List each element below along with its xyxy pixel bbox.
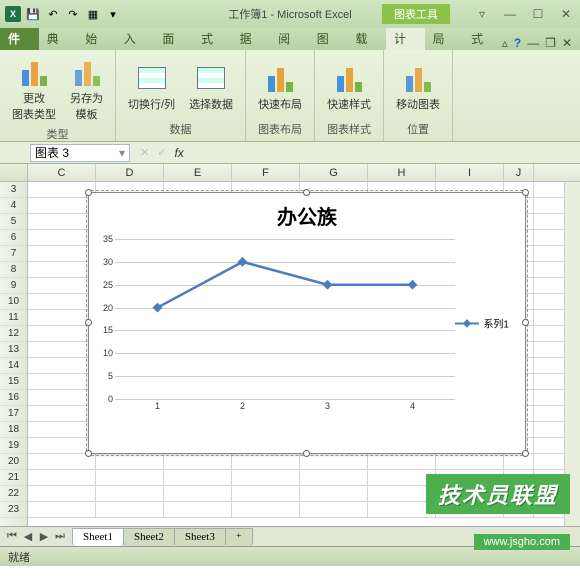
chart-tools-contextual-tab: 图表工具 xyxy=(382,4,450,24)
group-data: 切换行/列 选择数据 数据 xyxy=(116,50,246,141)
worksheet-area: CDEFGHIJ 3456789101112131415161718192021… xyxy=(0,164,580,526)
column-header[interactable]: C xyxy=(28,164,96,181)
row-header[interactable]: 18 xyxy=(0,422,27,438)
sheet-nav-first-icon[interactable]: ⏮ xyxy=(4,530,20,543)
ribbon-minimize-icon[interactable]: ▿ xyxy=(472,6,492,22)
group-chart-styles: 快速样式 图表样式 xyxy=(315,50,384,141)
row-header[interactable]: 17 xyxy=(0,406,27,422)
fx-icon[interactable]: fx xyxy=(174,146,183,160)
column-header[interactable]: J xyxy=(504,164,534,181)
column-header[interactable]: D xyxy=(96,164,164,181)
minimize-icon[interactable]: — xyxy=(500,6,520,22)
move-chart-button[interactable]: 移动图表 xyxy=(392,54,444,119)
cancel-icon[interactable]: ✕ xyxy=(140,146,149,159)
qat-dropdown-icon[interactable]: ▾ xyxy=(104,5,122,23)
maximize-icon[interactable]: ☐ xyxy=(528,6,548,22)
select-data-button[interactable]: 选择数据 xyxy=(185,54,237,119)
select-all-corner[interactable] xyxy=(0,164,28,181)
group-data-label: 数据 xyxy=(170,119,192,139)
legend-series-label: 系列1 xyxy=(483,316,509,331)
y-axis[interactable]: 05101520253035 xyxy=(95,239,113,399)
ribbon: 更改 图表类型 另存为 模板 类型 切换行/列 选择数据 数据 快速布局 xyxy=(0,50,580,142)
row-header[interactable]: 4 xyxy=(0,198,27,214)
row-header[interactable]: 21 xyxy=(0,470,27,486)
doc-minimize-icon[interactable]: — xyxy=(527,36,539,50)
row-header[interactable]: 12 xyxy=(0,326,27,342)
row-header[interactable]: 14 xyxy=(0,358,27,374)
enter-icon[interactable]: ✓ xyxy=(157,146,166,159)
chart-legend[interactable]: 系列1 xyxy=(455,316,509,331)
quick-layout-button[interactable]: 快速布局 xyxy=(254,54,306,119)
sheet-tab[interactable]: Sheet3 xyxy=(174,528,226,546)
column-header[interactable]: I xyxy=(436,164,504,181)
row-header[interactable]: 15 xyxy=(0,374,27,390)
row-header[interactable]: 9 xyxy=(0,278,27,294)
column-header[interactable]: F xyxy=(232,164,300,181)
row-headers: 34567891011121314151617181920212223 xyxy=(0,182,28,526)
sheet-nav-prev-icon[interactable]: ◀ xyxy=(20,530,36,543)
switch-row-col-button[interactable]: 切换行/列 xyxy=(124,54,179,119)
group-location-label: 位置 xyxy=(407,119,429,139)
undo-icon[interactable]: ↶ xyxy=(44,5,62,23)
row-header[interactable]: 7 xyxy=(0,246,27,262)
row-header[interactable]: 10 xyxy=(0,294,27,310)
embedded-chart[interactable]: 办公族 05101520253035 1234 系列1 xyxy=(88,192,526,454)
sheet-tab[interactable]: Sheet2 xyxy=(123,528,175,546)
name-box[interactable]: 图表 3▾ xyxy=(30,144,130,162)
sheet-tab[interactable]: Sheet1 xyxy=(72,528,124,546)
help-icon[interactable]: ? xyxy=(514,36,521,50)
group-type-label: 类型 xyxy=(47,124,69,144)
save-icon[interactable]: 💾 xyxy=(24,5,42,23)
save-as-template-button[interactable]: 另存为 模板 xyxy=(66,54,107,124)
row-header[interactable]: 23 xyxy=(0,502,27,518)
column-header[interactable]: E xyxy=(164,164,232,181)
x-axis[interactable]: 1234 xyxy=(115,401,455,419)
row-header[interactable]: 5 xyxy=(0,214,27,230)
formula-bar: 图表 3▾ ✕ ✓ fx xyxy=(0,142,580,164)
group-chart-layouts: 快速布局 图表布局 xyxy=(246,50,315,141)
row-header[interactable]: 13 xyxy=(0,342,27,358)
row-header[interactable]: 8 xyxy=(0,262,27,278)
column-header[interactable]: G xyxy=(300,164,368,181)
group-styles-label: 图表样式 xyxy=(327,119,371,139)
column-headers: CDEFGHIJ xyxy=(0,164,580,182)
group-layouts-label: 图表布局 xyxy=(258,119,302,139)
new-sheet-icon[interactable]: ⁺ xyxy=(225,528,253,546)
plot-area[interactable]: 05101520253035 1234 xyxy=(115,239,455,419)
row-header[interactable]: 20 xyxy=(0,454,27,470)
doc-restore-icon[interactable]: ❐ xyxy=(545,36,556,50)
row-header[interactable]: 16 xyxy=(0,390,27,406)
sheet-nav-last-icon[interactable]: ⏭ xyxy=(52,530,68,543)
watermark: 技术员联盟 www.jsgho.com xyxy=(426,474,570,550)
sheet-nav-next-icon[interactable]: ▶ xyxy=(36,530,52,543)
print-icon[interactable]: ▦ xyxy=(84,5,102,23)
row-header[interactable]: 3 xyxy=(0,182,27,198)
redo-icon[interactable]: ↷ xyxy=(64,5,82,23)
status-text: 就绪 xyxy=(8,552,30,564)
close-icon[interactable]: ✕ xyxy=(556,6,576,22)
quick-style-button[interactable]: 快速样式 xyxy=(323,54,375,119)
legend-marker-icon xyxy=(455,322,479,324)
ribbon-tabs: 文件 经典 开始 插入 页面 公式 数据 审阅 视图 加载 设计 布局 格式 ▵… xyxy=(0,28,580,50)
ribbon-collapse-icon[interactable]: ▵ xyxy=(502,36,508,50)
column-header[interactable]: H xyxy=(368,164,436,181)
excel-app-icon[interactable]: X xyxy=(4,5,22,23)
chart-title[interactable]: 办公族 xyxy=(89,193,525,234)
row-header[interactable]: 11 xyxy=(0,310,27,326)
group-type: 更改 图表类型 另存为 模板 类型 xyxy=(0,50,116,141)
window-title: 工作簿1 - Microsoft Excel xyxy=(228,6,351,22)
change-chart-type-button[interactable]: 更改 图表类型 xyxy=(8,54,60,124)
title-bar: X 💾 ↶ ↷ ▦ ▾ 工作簿1 - Microsoft Excel 图表工具 … xyxy=(0,0,580,28)
row-header[interactable]: 6 xyxy=(0,230,27,246)
group-location: 移动图表 位置 xyxy=(384,50,453,141)
quick-access-toolbar: X 💾 ↶ ↷ ▦ ▾ xyxy=(0,5,126,23)
row-header[interactable]: 22 xyxy=(0,486,27,502)
doc-close-icon[interactable]: ✕ xyxy=(562,36,572,50)
chart-line[interactable] xyxy=(115,239,455,399)
row-header[interactable]: 19 xyxy=(0,438,27,454)
